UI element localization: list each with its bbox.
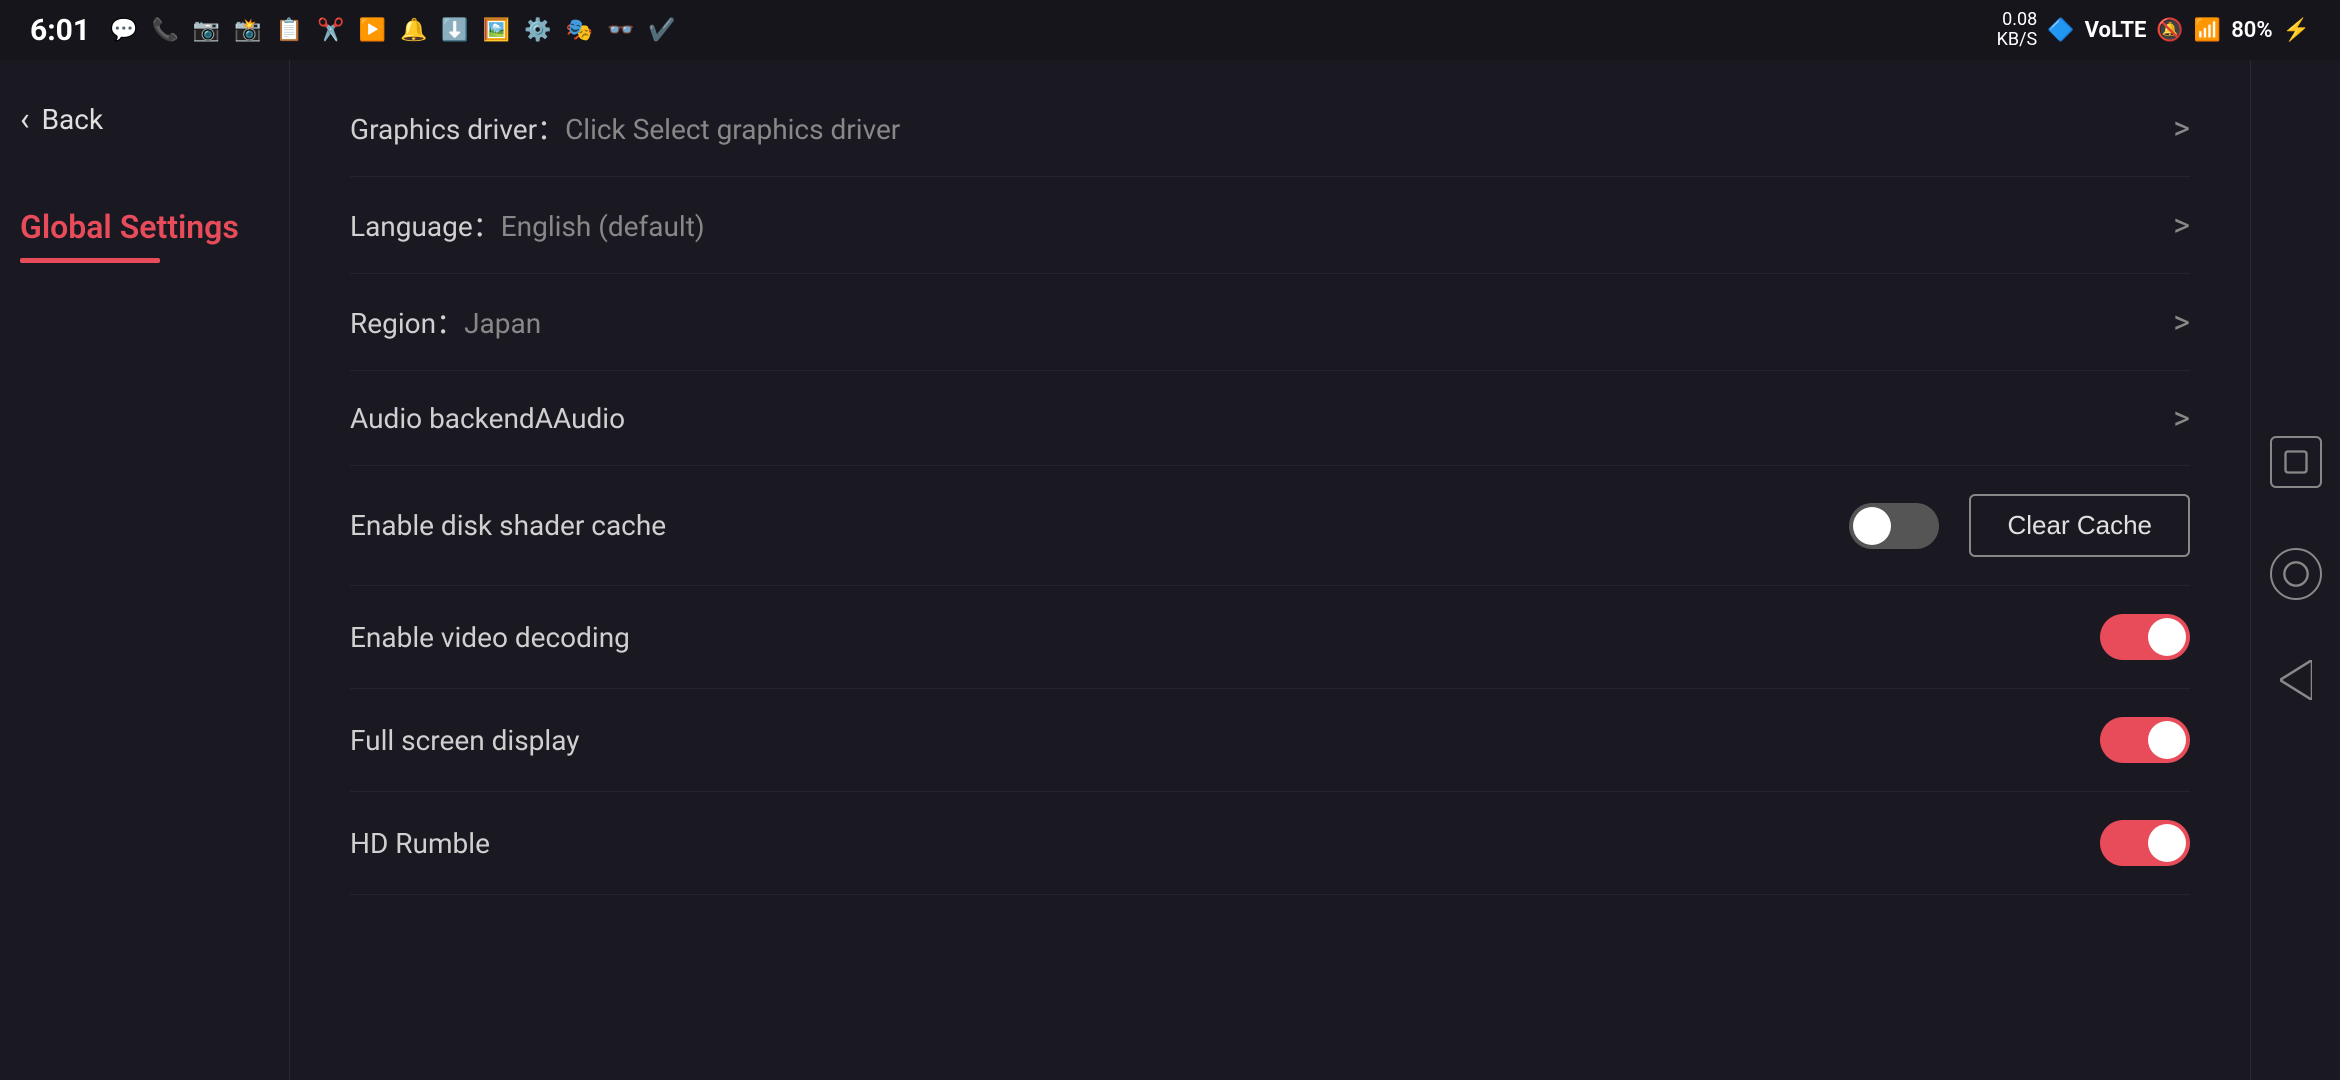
- setting-row-video-decoding: Enable video decoding: [350, 586, 2190, 689]
- graphics-driver-chevron: >: [2173, 109, 2190, 147]
- region-label: Region：Japan: [350, 302, 2173, 342]
- camera-icon: 📷: [193, 18, 220, 43]
- hd-rumble-label: HD Rumble: [350, 827, 2100, 860]
- graphics-driver-label: Graphics driver：Click Select graphics dr…: [350, 108, 2173, 148]
- setting-row-language[interactable]: Language：English (default) >: [350, 177, 2190, 274]
- disk-shader-cache-toggle[interactable]: [1849, 503, 1939, 549]
- clear-cache-button[interactable]: Clear Cache: [1969, 494, 2190, 557]
- video-decoding-label: Enable video decoding: [350, 621, 2100, 654]
- status-time: 6:01: [30, 13, 90, 48]
- sidebar-title: Global Settings: [20, 208, 269, 246]
- scissors-icon: ✂️: [317, 18, 344, 43]
- nav-bar: [2250, 60, 2340, 1080]
- setting-row-audio-backend[interactable]: Audio backendAAudio >: [350, 371, 2190, 466]
- audio-backend-label: Audio backendAAudio: [350, 402, 2173, 435]
- photo-icon: 🖼️: [483, 18, 510, 43]
- setting-row-fullscreen: Full screen display: [350, 689, 2190, 792]
- download-icon: ⬇️: [441, 18, 468, 43]
- video-decoding-toggle[interactable]: [2100, 614, 2190, 660]
- bell-icon: 🔔: [400, 18, 427, 43]
- check-icon: ✔️: [648, 18, 675, 43]
- clipboard-icon: 📋: [276, 18, 303, 43]
- dh-icon: 🎭: [566, 18, 593, 43]
- glasses-icon: 👓: [607, 18, 634, 43]
- mute-icon: 🔕: [2156, 18, 2183, 43]
- whatsapp-icon: 💬: [110, 18, 137, 43]
- language-label: Language：English (default): [350, 205, 2173, 245]
- toggle-knob-on-rumble: [2148, 824, 2186, 862]
- phone-icon: 📞: [152, 18, 179, 43]
- back-circle-button[interactable]: [2270, 548, 2322, 600]
- disk-shader-cache-label: Enable disk shader cache: [350, 509, 1849, 542]
- instagram-icon: 📸: [234, 18, 261, 43]
- battery-bolt-icon: ⚡: [2283, 18, 2310, 43]
- status-bar: 6:01 💬 📞 📷 📸 📋 ✂️ ▶️ 🔔 ⬇️ 🖼️ ⚙️ 🎭 👓 ✔️ 0…: [0, 0, 2340, 60]
- main-layout: ‹ Back Global Settings Graphics driver：C…: [0, 60, 2340, 1080]
- settings-icon: ⚙️: [524, 18, 551, 43]
- toggle-knob-on-video: [2148, 618, 2186, 656]
- back-chevron-icon: ‹: [20, 100, 30, 138]
- region-chevron: >: [2173, 303, 2190, 341]
- audio-backend-chevron: >: [2173, 399, 2190, 437]
- setting-row-graphics-driver[interactable]: Graphics driver：Click Select graphics dr…: [350, 80, 2190, 177]
- setting-row-hd-rumble: HD Rumble: [350, 792, 2190, 895]
- language-chevron: >: [2173, 206, 2190, 244]
- fullscreen-label: Full screen display: [350, 724, 2100, 757]
- region-value: Japan: [464, 307, 541, 340]
- data-speed: 0.08 KB/S: [1997, 10, 2038, 50]
- hd-rumble-toggle[interactable]: [2100, 820, 2190, 866]
- battery-percent: 80%: [2231, 18, 2272, 43]
- toggle-knob-off: [1853, 507, 1891, 545]
- home-square-button[interactable]: [2270, 436, 2322, 488]
- status-right-icons: 0.08 KB/S 🔷 VoLTE 🔕 📶 80% ⚡: [1997, 10, 2310, 50]
- back-button[interactable]: ‹ Back: [20, 90, 269, 148]
- sidebar-underline: [20, 258, 160, 263]
- notification-icons: 💬 📞 📷 📸 📋 ✂️ ▶️ 🔔 ⬇️ 🖼️ ⚙️ 🎭 👓 ✔️: [110, 18, 676, 43]
- graphics-driver-value: Click Select graphics driver: [565, 113, 900, 146]
- lte-icon: VoLTE: [2085, 18, 2147, 43]
- disk-shader-cache-controls: Clear Cache: [1849, 494, 2190, 557]
- language-value: English (default): [501, 210, 705, 243]
- back-triangle-button[interactable]: [2280, 660, 2312, 704]
- play-icon: ▶️: [359, 18, 386, 43]
- setting-row-region[interactable]: Region：Japan >: [350, 274, 2190, 371]
- signal-icon: 📶: [2194, 18, 2221, 43]
- sidebar: ‹ Back Global Settings: [0, 60, 290, 1080]
- fullscreen-toggle[interactable]: [2100, 717, 2190, 763]
- bluetooth-icon: 🔷: [2047, 18, 2074, 43]
- back-label: Back: [42, 103, 104, 136]
- content-area: Graphics driver：Click Select graphics dr…: [290, 60, 2250, 1080]
- toggle-knob-on-fullscreen: [2148, 721, 2186, 759]
- setting-row-disk-shader-cache: Enable disk shader cache Clear Cache: [350, 466, 2190, 586]
